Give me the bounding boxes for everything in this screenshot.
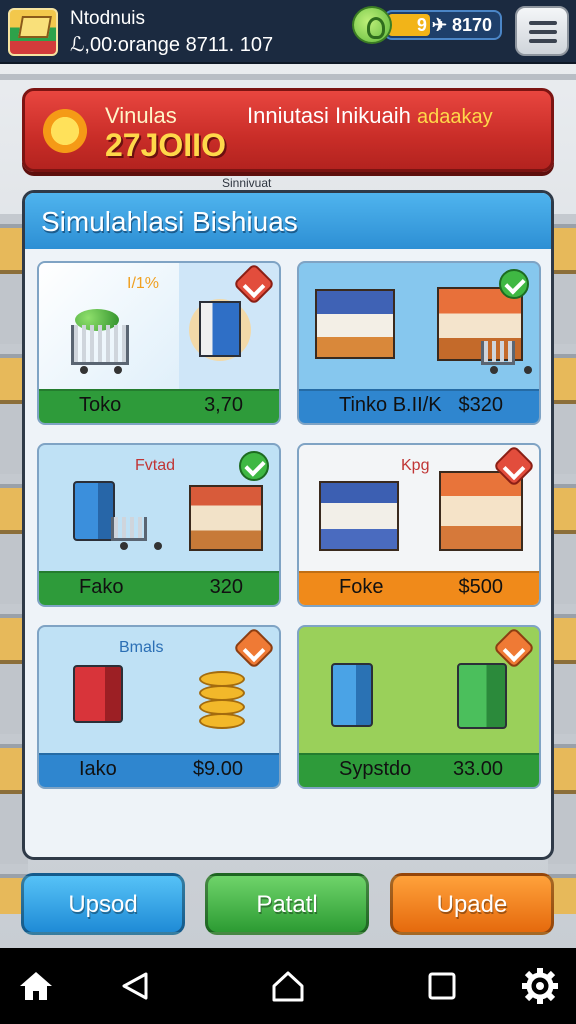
card-footer: Foke $500 [299, 571, 539, 605]
gem-icon[interactable] [352, 6, 392, 44]
shopping-cart-icon [71, 325, 129, 374]
system-nav-bar [0, 948, 576, 1024]
store-booth-icon [319, 481, 399, 551]
banner-subtitle-main: Inniutasi Inikuaih [247, 103, 411, 128]
player-stats: ℒ,00:orange 8711. 107 [70, 34, 274, 56]
card-footer: Fako 320 [39, 571, 279, 605]
card-price: $9.00 [192, 758, 243, 780]
card-caption: Bmals [119, 639, 164, 656]
product-box-icon [199, 301, 241, 357]
card-name: Iako [79, 758, 117, 780]
card-price: 33.00 [452, 758, 503, 780]
card-name: Tinko B.II/K [339, 394, 442, 416]
banner-value: 27JOIIO [105, 127, 226, 163]
settings-gear-icon[interactable] [520, 966, 560, 1006]
launcher-icon[interactable] [268, 966, 308, 1006]
store-booth-icon [315, 289, 395, 359]
top-bar: Ntodnuis ℒ,00:orange 8711. 107 9 ✈ 8170 [0, 0, 576, 64]
check-badge-icon[interactable] [239, 451, 269, 481]
recents-icon[interactable] [422, 966, 462, 1006]
card-price: 3,70 [204, 394, 243, 416]
business-card-toko[interactable]: I/1% Toko 3,70 [37, 261, 281, 425]
card-caption: I/1% [127, 275, 160, 292]
card-footer: Tinko B.II/K $320 [299, 389, 539, 423]
card-price: $320 [458, 394, 504, 416]
business-card-fako[interactable]: Fvtad Fako 320 [37, 443, 281, 607]
business-card-sypstdo[interactable]: Sypstdo 33.00 [297, 625, 541, 789]
menu-line [529, 30, 557, 34]
sun-gear-icon [37, 103, 93, 159]
ceiling-beam [0, 74, 576, 80]
card-name: Toko [79, 394, 122, 416]
player-name: Ntodnuis [70, 8, 145, 29]
panel-header: Simulahlasi Bishiuas [25, 193, 551, 249]
coin-stack-icon [199, 671, 245, 687]
back-icon[interactable] [116, 966, 156, 1006]
card-name: Foke [339, 576, 384, 598]
banner-label: Vinulas [105, 103, 177, 128]
business-card-foke[interactable]: Kpg Foke $500 [297, 443, 541, 607]
banner-subtitle-accent: adaakay [417, 106, 493, 128]
card-footer: Toko 3,70 [39, 389, 279, 423]
card-price: 320 [209, 576, 243, 598]
card-caption: Fvtad [135, 457, 176, 474]
menu-line [529, 39, 557, 43]
coin-stack-icon [199, 699, 245, 715]
product-box-icon [73, 665, 123, 723]
shopping-cart-icon [111, 517, 147, 550]
business-panel: Simulahlasi Bishiuas I/1% Toko 3,70 Tink… [22, 190, 554, 860]
shopping-cart-icon [481, 341, 515, 374]
card-price: $500 [458, 576, 504, 598]
business-card-iako[interactable]: Bmals Iako $9.00 [37, 625, 281, 789]
menu-button[interactable] [515, 6, 569, 56]
card-name: Fako [79, 576, 124, 598]
check-badge-icon[interactable] [499, 269, 529, 299]
patatl-button[interactable]: Patatl [205, 873, 369, 935]
coin-stack-icon [199, 713, 245, 729]
store-booth-icon [189, 485, 263, 551]
banner-subtitle: Inniutasi Inikuaih adaakay [247, 103, 493, 129]
game-logo-icon[interactable] [8, 8, 58, 56]
section-tag: Sinnivuat [222, 176, 272, 190]
business-card-tinko[interactable]: Tinko B.II/K $320 [297, 261, 541, 425]
panel-title: Simulahlasi Bishiuas [41, 206, 298, 237]
upgrade-button[interactable]: Upade [390, 873, 554, 935]
product-box-icon [73, 481, 115, 541]
card-footer: Iako $9.00 [39, 753, 279, 787]
income-banner: Vinulas 27JOIIO Inniutasi Inikuaih adaak… [22, 88, 554, 172]
coin-stack-icon [199, 685, 245, 701]
upsod-button[interactable]: Upsod [21, 873, 185, 935]
card-name: Sypstdo [339, 758, 412, 780]
currency-bar[interactable]: 9 ✈ 8170 [384, 10, 502, 40]
currency-value: 9 ✈ 8170 [416, 15, 492, 35]
product-box-icon [331, 663, 373, 727]
menu-line [529, 21, 557, 25]
card-caption: Kpg [401, 457, 430, 474]
home-icon[interactable] [16, 966, 56, 1006]
product-box-icon [457, 663, 507, 729]
card-footer: Sypstdo 33.00 [299, 753, 539, 787]
